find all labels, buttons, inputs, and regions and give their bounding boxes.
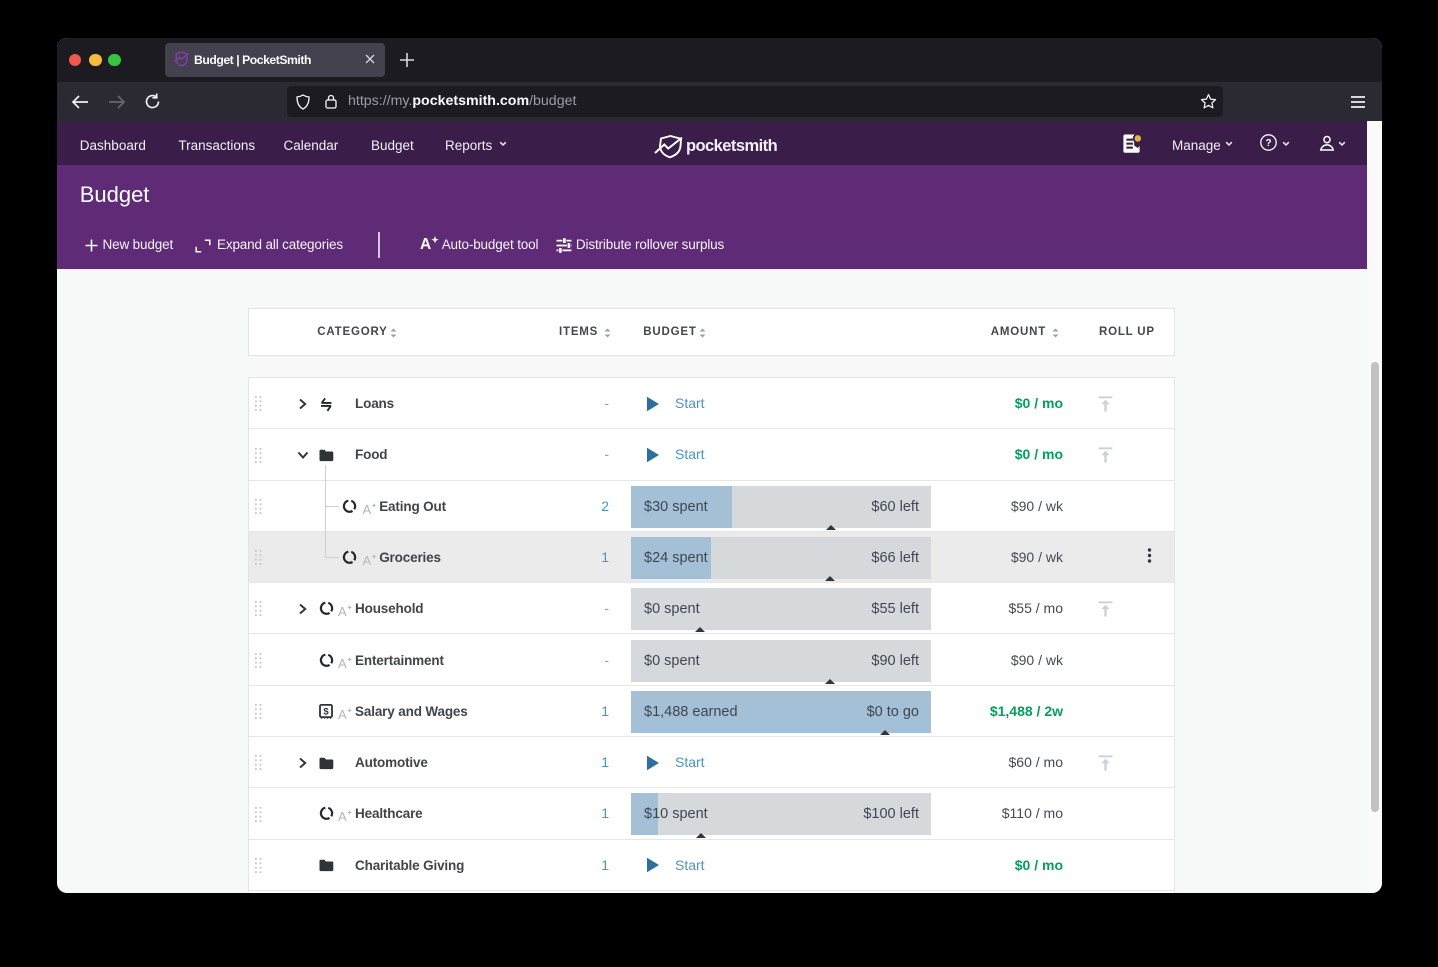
svg-text:$: $	[323, 707, 329, 718]
svg-text:?: ?	[1265, 138, 1271, 149]
